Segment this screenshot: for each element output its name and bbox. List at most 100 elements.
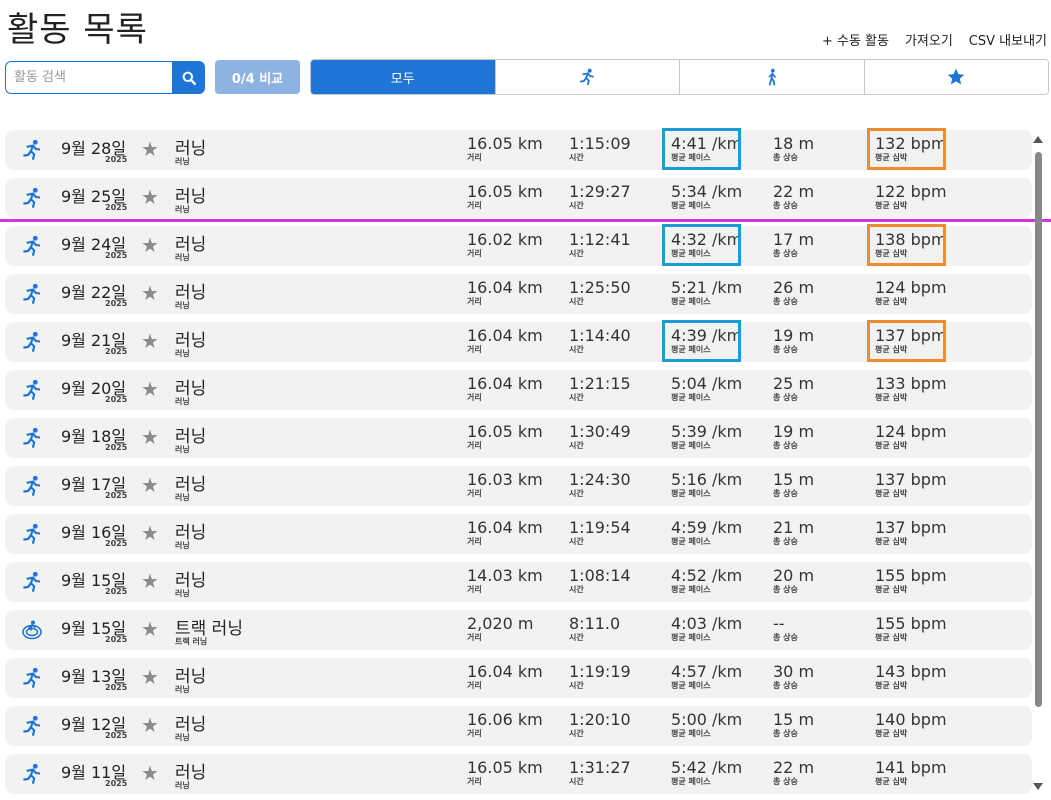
heart-rate-value: 122 bpm — [875, 182, 947, 201]
activity-row[interactable]: 9월 16일 2025 ★ 러닝 러닝 16.04 km 거리 1:19:54 시간 4:59 /… — [5, 514, 1032, 554]
heart-rate-cell: 141 bpm 평균 심박 — [875, 758, 947, 787]
compare-button[interactable]: 0/4 비교 — [215, 60, 300, 94]
elevation-cell: -- 총 상승 — [773, 614, 798, 643]
search-input[interactable] — [5, 61, 172, 94]
activity-type-filter: 모두 — [310, 59, 1049, 95]
time-value: 1:21:15 — [569, 374, 631, 393]
elevation-value: 17 m — [773, 230, 815, 249]
distance-cell: 16.04 km 거리 — [467, 662, 543, 691]
activity-row[interactable]: 9월 13일 2025 ★ 러닝 러닝 16.04 km 거리 1:19:19 시간 4:57 /… — [5, 658, 1032, 698]
distance-label: 거리 — [467, 777, 482, 786]
activity-row[interactable]: 9월 11일 2025 ★ 러닝 러닝 16.05 km 거리 1:31:27 시간 5:42 /… — [5, 754, 1032, 794]
elevation-cell: 20 m총 상승 — [773, 566, 814, 595]
scrollbar[interactable] — [1031, 132, 1045, 794]
time-value: 1:29:27 — [569, 182, 631, 201]
distance-label: 거리 — [467, 681, 482, 690]
activity-row[interactable]: 9월 20일 2025 ★ 러닝 러닝 16.04 km 거리 1:21:15 시간 5:04 /… — [5, 370, 1032, 410]
activity-row[interactable]: 9월 24일 2025 ★ 러닝 러닝 16.02 km 거리 1:12:41 시간 4:32 /… — [5, 224, 1032, 266]
favorite-star-icon[interactable]: ★ — [141, 282, 159, 304]
activity-row[interactable]: 9월 22일 2025 ★ 러닝 러닝 16.04 km 거리 1:25:50 시간 5:21 /… — [5, 274, 1032, 314]
elevation-value: 25 m — [773, 374, 815, 393]
activity-year: 2025 — [105, 491, 128, 500]
distance-label: 거리 — [467, 393, 482, 402]
favorite-star-icon[interactable]: ★ — [141, 666, 159, 688]
filter-tab-all[interactable]: 모두 — [311, 60, 496, 94]
heart-rate-value: 155 bpm — [875, 566, 947, 585]
time-value: 8:11.0 — [569, 614, 621, 633]
pace-value: 5:16 /km — [671, 470, 743, 489]
filter-tab-running[interactable] — [495, 60, 680, 94]
elevation-label: 총 상승 — [773, 777, 798, 786]
import-link[interactable]: 가져오기 — [905, 30, 953, 49]
activity-row[interactable]: 9월 17일 2025 ★ 러닝 러닝 16.03 km 거리 1:24:30 시간 5:16 /… — [5, 466, 1032, 506]
elevation-value: 21 m — [773, 518, 815, 537]
activity-year: 2025 — [105, 683, 128, 692]
favorite-star-icon[interactable]: ★ — [141, 426, 159, 448]
activity-row[interactable]: 9월 18일 2025 ★ 러닝 러닝 16.05 km 거리 1:30:49 시간 5:39 /… — [5, 418, 1032, 458]
time-value: 1:19:19 — [569, 662, 631, 681]
export-csv-link[interactable]: CSV 내보내기 — [969, 30, 1047, 49]
pace-cell: 4:52 /km 평균 페이스 — [671, 566, 742, 595]
running-icon — [21, 187, 43, 209]
filter-tab-favorites[interactable] — [864, 60, 1048, 94]
elevation-cell: 18 m총 상승 — [773, 134, 814, 163]
favorite-star-icon[interactable]: ★ — [141, 234, 159, 256]
track-running-icon — [21, 619, 43, 641]
activity-row[interactable]: 9월 12일 2025 ★ 러닝 러닝 16.06 km 거리 1:20:10 시간 5:00 /… — [5, 706, 1032, 746]
elevation-cell: 19 m총 상승 — [773, 422, 814, 451]
running-icon — [21, 763, 43, 785]
activity-type: 러닝 — [175, 157, 190, 166]
favorite-star-icon[interactable]: ★ — [141, 570, 159, 592]
favorite-star-icon[interactable]: ★ — [141, 522, 159, 544]
time-label: 시간 — [569, 633, 584, 642]
distance-cell: 16.05 km 거리 — [467, 422, 543, 451]
pace-cell: 4:59 /km 평균 페이스 — [671, 518, 742, 547]
time-label: 시간 — [569, 345, 584, 354]
heart-rate-value: 137 bpm — [875, 518, 947, 537]
favorite-star-icon[interactable]: ★ — [141, 474, 159, 496]
favorite-star-icon[interactable]: ★ — [141, 618, 159, 640]
heart-rate-cell: 122 bpm 평균 심박 — [875, 182, 947, 211]
time-cell: 1:20:10 시간 — [569, 710, 631, 739]
activity-row[interactable]: 9월 25일 2025 ★ 러닝 러닝 16.05 km 거리 1:29:27 시간 5:34 /… — [5, 178, 1032, 218]
activity-row[interactable]: 9월 21일 2025 ★ 러닝 러닝 16.04 km 거리 1:14:40 시간 4:39 /… — [5, 320, 1032, 362]
activity-type: 러닝 — [175, 445, 190, 454]
favorite-star-icon[interactable]: ★ — [141, 714, 159, 736]
favorite-star-icon[interactable]: ★ — [141, 378, 159, 400]
favorite-star-icon[interactable]: ★ — [141, 186, 159, 208]
scroll-thumb[interactable] — [1035, 152, 1042, 707]
activity-year: 2025 — [105, 299, 128, 308]
time-label: 시간 — [569, 537, 584, 546]
pace-cell: 5:16 /km 평균 페이스 — [671, 470, 742, 499]
elevation-label: 총 상승 — [773, 441, 798, 450]
favorite-star-icon[interactable]: ★ — [141, 330, 159, 352]
distance-label: 거리 — [467, 585, 482, 594]
heart-rate-cell: 137 bpm 평균 심박 — [875, 470, 947, 499]
manual-activity-link[interactable]: + 수동 활동 — [822, 30, 889, 49]
activity-row[interactable]: 9월 28일 2025 ★ 러닝 러닝 16.05 km 거리 1:15:09 시간 4:41 /… — [5, 128, 1032, 170]
distance-value: 16.04 km — [467, 518, 543, 537]
pace-value: 5:42 /km — [671, 758, 743, 777]
running-icon — [580, 68, 594, 86]
time-cell: 1:30:49 시간 — [569, 422, 631, 451]
distance-cell: 16.04 km 거리 — [467, 326, 543, 355]
activity-row[interactable]: 9월 15일 2025 ★ 트랙 러닝 트랙 러닝 2,020 m 거리 8:11.0 시간 4:… — [5, 610, 1032, 650]
distance-value: 16.04 km — [467, 278, 543, 297]
time-label: 시간 — [569, 297, 584, 306]
time-cell: 1:14:40 시간 — [569, 326, 631, 355]
search-button[interactable] — [172, 61, 205, 94]
favorite-star-icon[interactable]: ★ — [141, 762, 159, 784]
star-icon — [947, 68, 965, 85]
favorite-star-icon[interactable]: ★ — [141, 138, 159, 160]
activity-row[interactable]: 9월 15일 2025 ★ 러닝 러닝 14.03 km 거리 1:08:14 시간 4:52 /… — [5, 562, 1032, 602]
distance-value: 16.02 km — [467, 230, 543, 249]
distance-label: 거리 — [467, 297, 482, 306]
running-icon — [21, 235, 43, 257]
pace-label: 평균 페이스 — [671, 201, 711, 210]
elevation-value: 18 m — [773, 134, 815, 153]
scroll-up-arrow[interactable] — [1033, 136, 1043, 143]
scroll-down-arrow[interactable] — [1033, 783, 1043, 790]
heart-rate-label: 평균 심박 — [875, 777, 908, 786]
filter-tab-walking[interactable] — [680, 60, 865, 94]
heart-rate-label: 평균 심박 — [875, 729, 908, 738]
